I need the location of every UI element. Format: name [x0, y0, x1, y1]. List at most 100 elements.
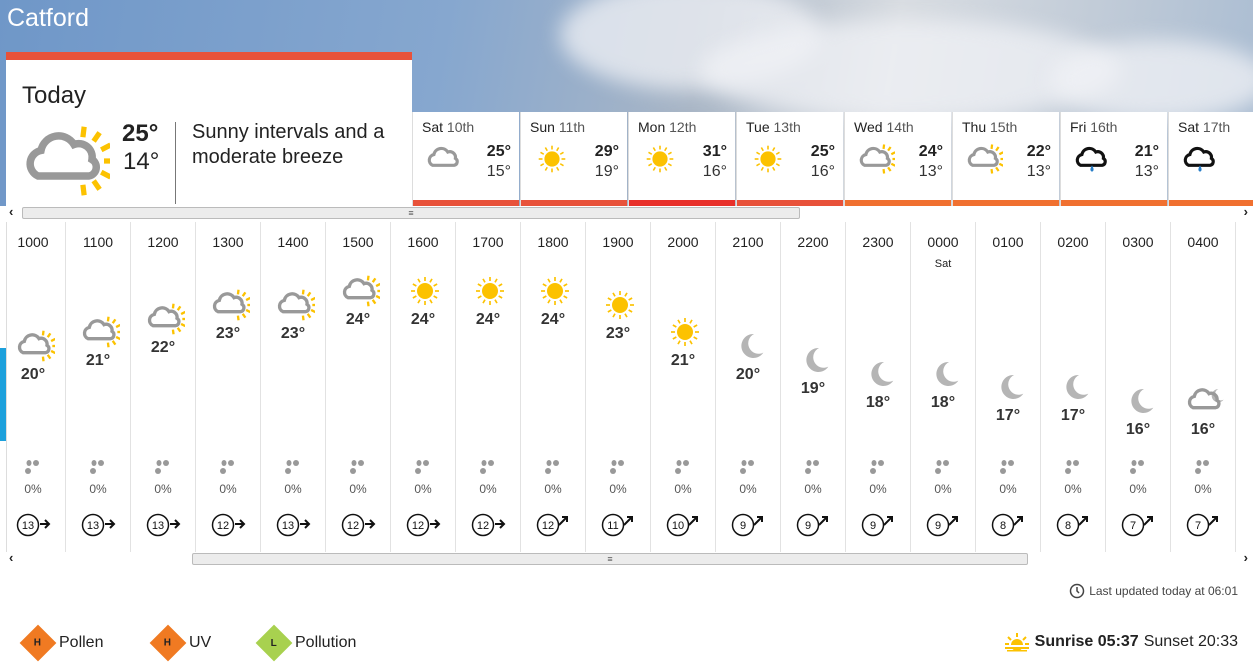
moon-icon — [925, 354, 965, 399]
hour-column-1200[interactable]: 1200 22° 0% 13 — [131, 222, 196, 552]
wind-speed: 7 — [1130, 520, 1136, 532]
wind-direction-icon: 12 — [406, 513, 441, 537]
day-card-fri-16th[interactable]: Fri 16th 21° 13° — [1060, 112, 1167, 206]
scroll-right-arrow[interactable]: › — [1244, 550, 1248, 565]
day-name: Wed 14th — [854, 119, 914, 135]
today-low: 14° — [123, 148, 160, 175]
raindrops-icon — [350, 460, 364, 474]
hour-column-0000[interactable]: 0000 Sat 18° 0% 9 — [911, 222, 976, 552]
day-card-sat-10th[interactable]: Sat 10th 25° 15° — [412, 112, 519, 206]
hour-column-1900[interactable]: 1900 23° 0% 11 — [586, 222, 651, 552]
day-name: Sat 10th — [422, 119, 475, 135]
day-card-sun-11th[interactable]: Sun 11th 29° 19° — [520, 112, 627, 206]
index-label: Pollen — [59, 634, 104, 651]
rain-chance: 0% — [1129, 482, 1147, 496]
wind-speed: 13 — [152, 520, 164, 532]
hour-column-1800[interactable]: 1800 24° 0% 12 — [521, 222, 586, 552]
hour-column-2300[interactable]: 2300 18° 0% 9 — [846, 222, 911, 552]
hour-column-2000[interactable]: 2000 21° 0% 10 — [651, 222, 716, 552]
day-card-thu-15th[interactable]: Thu 15th 22° 13° — [952, 112, 1059, 206]
hourly-scrollbar[interactable]: ‹ ≡ › — [0, 550, 1253, 566]
hour-temperature: 24° — [345, 311, 371, 328]
hour-temperature: 24° — [475, 311, 501, 328]
wind-direction-icon: 9 — [731, 513, 763, 537]
hour-time: 2300 — [862, 234, 894, 250]
moon-icon — [795, 340, 835, 385]
wind-speed: 8 — [1000, 520, 1006, 532]
hour-temperature: 20° — [735, 366, 761, 383]
raindrops-icon — [610, 460, 624, 474]
wind-speed: 13 — [87, 520, 99, 532]
wind-speed: 7 — [1195, 520, 1201, 532]
index-uv[interactable]: H UV — [149, 624, 211, 662]
wind-speed: 11 — [607, 520, 618, 532]
cloud-sun-icon — [210, 285, 252, 330]
sun-icon — [600, 285, 640, 330]
rain-chance: 0% — [414, 482, 432, 496]
hour-column-1600[interactable]: 1600 24° 0% 12 — [391, 222, 456, 552]
days-scrollbar[interactable]: ‹ ≡ › — [0, 204, 1253, 220]
hour-time: 1600 — [407, 234, 439, 250]
hour-time: 1900 — [602, 234, 634, 250]
hour-temperature: 17° — [1060, 407, 1086, 425]
rain-icon — [1073, 140, 1111, 183]
hour-column-1100[interactable]: 1100 21° 0% 13 — [66, 222, 131, 552]
hour-column-1700[interactable]: 1700 24° 0% 12 — [456, 222, 521, 552]
day-high: 25° — [810, 143, 835, 160]
wind-direction-icon: 8 — [1056, 513, 1088, 537]
cloud-sun-icon — [20, 116, 115, 211]
wind-speed: 12 — [412, 520, 424, 532]
day-name: Sat 17th — [1178, 119, 1231, 135]
hour-column-2100[interactable]: 2100 20° 0% 9 — [716, 222, 781, 552]
index-pollen[interactable]: H Pollen — [19, 624, 104, 662]
hour-temperature: 22° — [150, 338, 176, 356]
hour-column-1000[interactable]: 1000 20° 0% 13 — [7, 222, 66, 552]
hour-column-2200[interactable]: 2200 19° 0% 9 — [781, 222, 846, 552]
rain-chance: 0% — [349, 482, 367, 496]
today-card[interactable]: Today 25° 14° Sunny intervals and a mode… — [6, 52, 412, 206]
moon-icon — [1055, 367, 1095, 412]
divider — [175, 122, 176, 204]
sunrise-icon — [1003, 633, 1030, 652]
scroll-thumb[interactable]: ≡ — [192, 553, 1028, 565]
rain-chance: 0% — [999, 482, 1017, 496]
wind-direction-icon: 7 — [1186, 513, 1218, 537]
hour-column-0400[interactable]: 0400 16° 0% 7 — [1171, 222, 1236, 552]
day-card-tue-13th[interactable]: Tue 13th 25° 16° — [736, 112, 843, 206]
hour-temperature: 19° — [800, 379, 826, 397]
cloud-icon — [425, 140, 463, 183]
hour-column-0200[interactable]: 0200 17° 0% 8 — [1041, 222, 1106, 552]
last-updated: Last updated today at 06:01 — [1069, 583, 1238, 599]
day-high: 24° — [918, 143, 943, 160]
hour-time: 2200 — [797, 234, 829, 250]
hour-column-1500[interactable]: 1500 24° 0% 12 — [326, 222, 391, 552]
scroll-right-arrow[interactable]: › — [1244, 204, 1248, 219]
sun-icon — [470, 271, 510, 316]
sun-icon — [641, 140, 679, 183]
scroll-thumb[interactable]: ≡ — [22, 207, 800, 219]
rain-chance: 0% — [609, 482, 627, 496]
wind-direction-icon: 12 — [341, 513, 376, 537]
scroll-left-arrow[interactable]: ‹ — [9, 204, 13, 219]
hour-column-1400[interactable]: 1400 23° 0% 13 — [261, 222, 326, 552]
day-card-mon-12th[interactable]: Mon 12th 31° 16° — [628, 112, 735, 206]
sunrise-time: Sunrise 05:37 — [1034, 633, 1139, 650]
hour-time: 1400 — [277, 234, 309, 250]
rain-chance: 0% — [154, 482, 172, 496]
index-pollution[interactable]: L Pollution — [255, 624, 356, 662]
day-card-sat-17th[interactable]: Sat 17th 2 1 — [1168, 112, 1253, 206]
cloud-sun-icon — [15, 326, 57, 371]
hour-time: 2100 — [732, 234, 764, 250]
day-high: 29° — [594, 143, 619, 160]
hour-time: 0400 — [1187, 234, 1219, 250]
raindrops-icon — [675, 460, 689, 474]
hour-column-1300[interactable]: 1300 23° 0% 12 — [196, 222, 261, 552]
hour-column-0100[interactable]: 0100 17° 0% 8 — [976, 222, 1041, 552]
day-name: Sun 11th — [530, 119, 586, 135]
today-description: Sunny intervals and a moderate breeze — [192, 121, 385, 168]
wind-speed: 9 — [935, 520, 941, 532]
day-card-wed-14th[interactable]: Wed 14th 24° 13° — [844, 112, 951, 206]
hour-column-0300[interactable]: 0300 16° 0% 7 — [1106, 222, 1171, 552]
scroll-left-arrow[interactable]: ‹ — [9, 550, 13, 565]
hour-time: 0100 — [992, 234, 1024, 250]
